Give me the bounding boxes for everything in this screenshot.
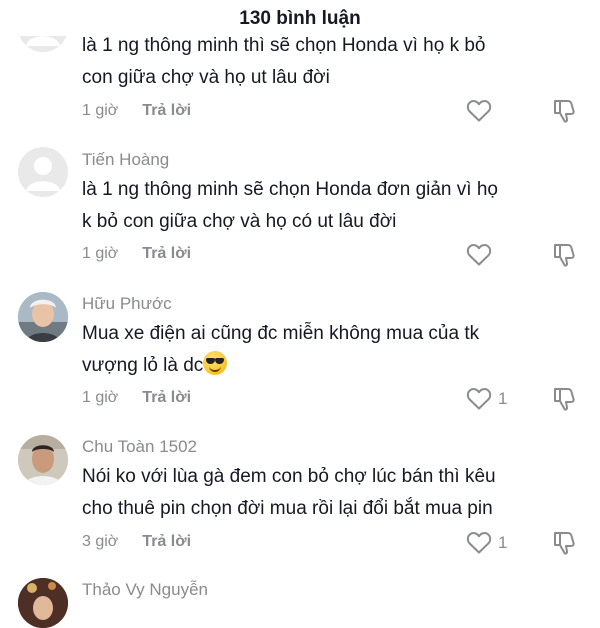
comment-username[interactable]: Hữu Phước <box>82 294 172 314</box>
avatar[interactable] <box>18 578 68 628</box>
heart-outline-icon <box>466 100 492 122</box>
dislike-button[interactable] <box>553 386 577 417</box>
comment-username[interactable]: Tiến Hoàng <box>82 150 169 170</box>
heart-outline-icon <box>466 244 492 266</box>
like-count: 1 <box>498 533 508 552</box>
dislike-button[interactable] <box>553 242 577 273</box>
comment-meta: 1 giờ Trả lời <box>82 102 191 120</box>
reply-button[interactable]: Trả lời <box>142 102 191 120</box>
comment-text: Mua xe điện ai cũng đc miễn không mua củ… <box>82 318 587 382</box>
comment-text: là 1 ng thông minh sẽ chọn Honda đơn giả… <box>82 174 587 238</box>
avatar[interactable] <box>18 147 68 197</box>
comment-text-line: k bỏ con giữa chợ và họ có ut lâu đời <box>82 211 397 232</box>
comments-header: 130 bình luận <box>0 0 600 36</box>
comment-list: là 1 ng thông minh thì sẽ chọn Honda vì … <box>0 0 600 628</box>
dislike-button[interactable] <box>553 530 577 561</box>
thumbs-down-outline-icon <box>554 100 575 123</box>
reply-button[interactable]: Trả lời <box>142 245 191 263</box>
comment-time: 1 giờ <box>82 102 119 119</box>
comment-meta: 1 giờ Trả lời <box>82 389 191 407</box>
like-count: 1 <box>498 389 508 408</box>
comment-text-line: là 1 ng thông minh sẽ chọn Honda đơn giả… <box>82 179 498 200</box>
like-button[interactable] <box>466 97 492 125</box>
smiling-face-with-sunglasses-emoji <box>203 351 228 375</box>
heart-outline-icon <box>466 532 492 554</box>
avatar[interactable] <box>18 435 68 485</box>
comment-meta: 1 giờ Trả lời <box>82 245 191 263</box>
dislike-button[interactable] <box>553 98 577 129</box>
reply-button[interactable]: Trả lời <box>142 533 191 551</box>
thumbs-down-outline-icon <box>554 532 575 555</box>
like-button[interactable]: 1 <box>466 529 507 557</box>
comment-username[interactable]: Chu Toàn 1502 <box>82 437 197 457</box>
like-button[interactable]: 1 <box>466 385 507 413</box>
comment-text-line: vượng lỏ là dc <box>82 350 587 382</box>
thumbs-down-outline-icon <box>554 388 575 411</box>
avatar[interactable] <box>18 292 68 342</box>
comment-text-span: vượng lỏ là dc <box>82 355 204 376</box>
comment-username[interactable]: Thảo Vy Nguyễn <box>82 580 208 600</box>
comment-text-line: cho thuê pin chọn đời mua rồi lại đổi bắ… <box>82 498 493 519</box>
comment-time: 3 giờ <box>82 533 119 550</box>
comment-time: 1 giờ <box>82 389 119 406</box>
comment-meta: 3 giờ Trả lời <box>82 533 191 551</box>
comment-text: Nói ko với lùa gà đem con bỏ chợ lúc bán… <box>82 461 587 525</box>
comment-text-line: con giữa chợ và họ ut lâu đời <box>82 67 330 88</box>
comment-text-line: Mua xe điện ai cũng đc miễn không mua củ… <box>82 323 480 344</box>
comments-count-title: 130 bình luận <box>239 8 361 29</box>
comment-time: 1 giờ <box>82 245 119 262</box>
comment-text: là 1 ng thông minh thì sẽ chọn Honda vì … <box>82 30 587 94</box>
comment-text-line: Nói ko với lùa gà đem con bỏ chợ lúc bán… <box>82 466 496 487</box>
thumbs-down-outline-icon <box>554 244 575 267</box>
heart-outline-icon <box>466 388 492 410</box>
reply-button[interactable]: Trả lời <box>142 389 191 407</box>
like-button[interactable] <box>466 241 492 269</box>
